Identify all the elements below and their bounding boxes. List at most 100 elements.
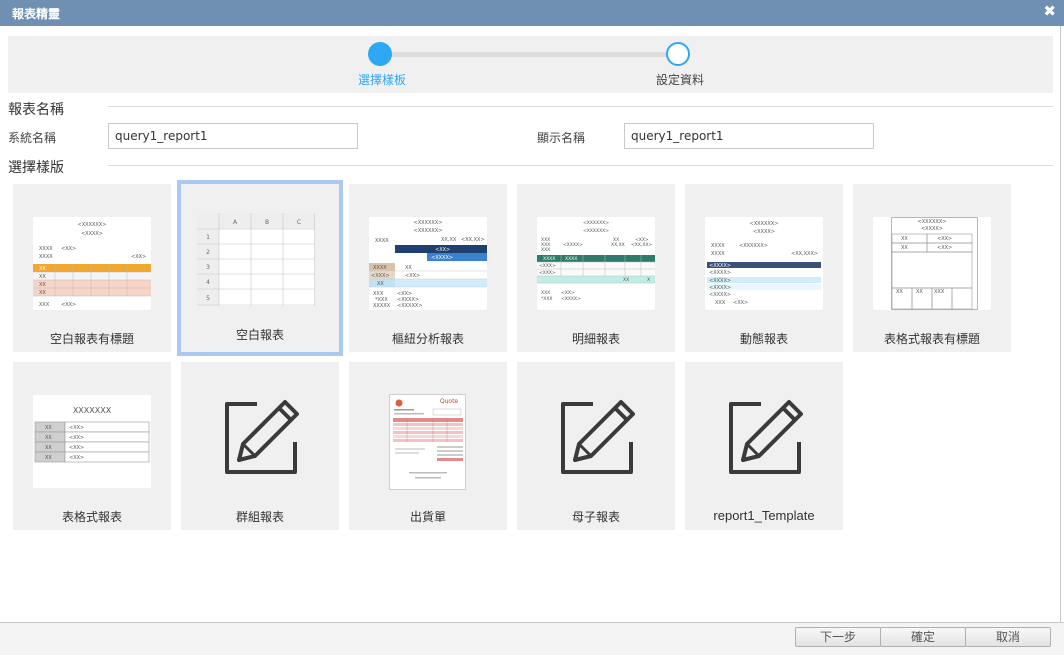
template-label: 表格式報表有標題 bbox=[883, 332, 980, 346]
svg-text:XXXX: XXXX bbox=[39, 246, 53, 252]
svg-text:XXXX: XXXX bbox=[711, 243, 725, 249]
svg-text:XXXX: XXXX bbox=[543, 256, 555, 262]
template-label: 母子報表 bbox=[571, 510, 620, 524]
svg-text:XX: XX bbox=[896, 289, 903, 295]
dynamic-report-preview: <XXXXXX> <XXXX> XXXX <XXXXXX> XXXX <XX,XXX… bbox=[705, 217, 823, 310]
table-report-preview: XXXXXXX XX <XX> XX <XX> XX <XX> XX <XX> bbox=[33, 395, 151, 488]
svg-text:<XX,XX>: <XX,XX> bbox=[461, 237, 485, 243]
svg-text:<XXXX>: <XXXX> bbox=[709, 263, 731, 269]
svg-text:<XXXX>: <XXXX> bbox=[709, 285, 731, 291]
template-card-table-report[interactable]: XXXXXXX XX <XX> XX <XX> XX <XX> XX <XX> 表格式報… bbox=[13, 362, 171, 530]
svg-text:<XXXX>: <XXXX> bbox=[921, 226, 943, 232]
section-divider bbox=[108, 165, 1053, 166]
close-icon[interactable]: ✖ bbox=[1043, 2, 1056, 20]
detail-report-preview: <XXXXXX> <XXXXXX> XXX XX <XX> XXX <XXXX> XX,… bbox=[537, 217, 655, 310]
svg-text:<XX>: <XX> bbox=[131, 254, 146, 260]
ok-button[interactable]: 確定 bbox=[880, 627, 966, 647]
svg-text:<XXXXXX>: <XXXXXX> bbox=[583, 228, 609, 234]
svg-text:XXXX: XXXX bbox=[39, 254, 53, 260]
svg-text:<XX>: <XX> bbox=[69, 425, 84, 431]
svg-text:XXXXX: XXXXX bbox=[373, 303, 391, 309]
svg-text:<XX>: <XX> bbox=[435, 247, 450, 253]
template-card-group-report[interactable]: 群組報表 bbox=[181, 362, 339, 530]
svg-text:XX: XX bbox=[39, 274, 46, 280]
svg-text:XX: XX bbox=[45, 455, 52, 461]
svg-text:<XX>: <XX> bbox=[61, 246, 76, 252]
display-name-label: 顯示名稱 bbox=[537, 131, 586, 145]
svg-text:*XXX: *XXX bbox=[541, 296, 553, 302]
svg-text:XXX: XXX bbox=[541, 247, 550, 253]
system-name-input[interactable] bbox=[108, 123, 358, 149]
svg-text:<XXXXXX>: <XXXXXX> bbox=[918, 219, 947, 225]
preview-title: XXXXXXX bbox=[73, 406, 112, 415]
svg-text:<XXXX>: <XXXX> bbox=[431, 255, 453, 261]
pencil-edit-icon bbox=[225, 400, 299, 474]
grid-row-2: 2 bbox=[206, 249, 210, 256]
template-card-pivot-report[interactable]: <XXXXXX> <XXXXXX> XXXX XX,XX <XX,XX> <XX> … bbox=[349, 184, 507, 352]
svg-text:XX: XX bbox=[39, 290, 46, 296]
svg-text:<XX>: <XX> bbox=[405, 273, 420, 279]
display-name-input[interactable] bbox=[624, 123, 874, 149]
template-card-dynamic-report[interactable]: <XXXXXX> <XXXX> XXXX <XXXXXX> XXXX <XX,XXX… bbox=[685, 184, 843, 352]
report-name-section-title: 報表名稱 bbox=[8, 102, 64, 118]
svg-text:<XX,XXX>: <XX,XXX> bbox=[791, 251, 818, 257]
svg-text:XXXX: XXXX bbox=[565, 256, 577, 262]
template-card-titled-blank-report[interactable]: <XXXXXX> <XXXX> XXXX <XX> XXXX <XX> XX XX X… bbox=[13, 184, 171, 352]
svg-text:XXXX: XXXX bbox=[711, 251, 725, 257]
svg-text:XX: XX bbox=[39, 266, 46, 272]
blank-grid-preview: A B C 1 2 3 4 5 bbox=[197, 213, 315, 306]
grid-col-b: B bbox=[265, 219, 269, 226]
next-button[interactable]: 下一步 bbox=[795, 627, 881, 647]
svg-text:<XXXX>: <XXXX> bbox=[563, 242, 583, 248]
title-bar: 報表精靈 ✖ bbox=[0, 0, 1064, 26]
svg-text:XX: XX bbox=[45, 445, 52, 451]
window-title: 報表精靈 bbox=[12, 7, 61, 21]
grid-row-5: 5 bbox=[206, 295, 210, 302]
svg-text:<XX>: <XX> bbox=[69, 455, 84, 461]
svg-text:<XXXXXX>: <XXXXXX> bbox=[739, 243, 768, 249]
template-card-report1-template[interactable]: report1_Template bbox=[685, 362, 843, 530]
template-label: 群組報表 bbox=[235, 510, 284, 524]
template-card-titled-table-report[interactable]: <XXXXXX> <XXXX> XX <XX> XX <XX> XX XX XXX 表格… bbox=[853, 184, 1011, 352]
grid-col-c: C bbox=[297, 219, 301, 226]
svg-text:XXX: XXX bbox=[715, 300, 726, 306]
template-label: 明細報表 bbox=[571, 332, 620, 346]
svg-text:XX,XX: XX,XX bbox=[611, 242, 625, 248]
template-label: 空白報表有標題 bbox=[49, 332, 134, 346]
step-1-label[interactable]: 選擇樣板 bbox=[358, 71, 406, 88]
svg-text:XXXX: XXXX bbox=[375, 238, 389, 244]
svg-text:XX: XX bbox=[901, 236, 908, 242]
template-card-detail-report[interactable]: <XXXXXX> <XXXXXX> XXX XX <XX> XXX <XXXX> XX,… bbox=[517, 184, 675, 352]
preview-title: Quote bbox=[440, 398, 459, 405]
svg-text:<XX>: <XX> bbox=[937, 236, 952, 242]
svg-text:<XXXX>: <XXXX> bbox=[709, 270, 731, 276]
svg-text:<XXXX>: <XXXX> bbox=[561, 296, 581, 302]
step-2-label[interactable]: 設定資料 bbox=[656, 71, 704, 88]
svg-text:<XXX>: <XXX> bbox=[539, 263, 556, 269]
template-card-blank-report[interactable]: A B C 1 2 3 4 5 空白報表 bbox=[177, 180, 343, 356]
template-label: report1_Template bbox=[713, 508, 815, 523]
svg-text:<XXXX>: <XXXX> bbox=[709, 278, 731, 284]
step-2-indicator[interactable] bbox=[666, 42, 690, 66]
step-1-indicator[interactable] bbox=[368, 42, 392, 66]
svg-text:X: X bbox=[647, 277, 650, 283]
svg-text:<XXXX>: <XXXX> bbox=[753, 229, 775, 235]
svg-text:<XX>: <XX> bbox=[561, 290, 575, 296]
wizard-stepper: 選擇樣板 設定資料 bbox=[8, 36, 1053, 93]
template-label: 動態報表 bbox=[739, 332, 788, 346]
svg-text:XX: XX bbox=[916, 289, 923, 295]
svg-text:<XXX>: <XXX> bbox=[539, 270, 556, 276]
grid-row-4: 4 bbox=[206, 279, 210, 286]
template-label: 空白報表 bbox=[235, 328, 284, 342]
cancel-button[interactable]: 取消 bbox=[965, 627, 1051, 647]
template-label: 表格式報表 bbox=[61, 510, 122, 524]
svg-text:<XX,XX>: <XX,XX> bbox=[631, 242, 653, 248]
svg-text:XX: XX bbox=[45, 425, 52, 431]
template-card-shipping-order[interactable]: Quote 出貨單 bbox=[349, 362, 507, 530]
template-card-master-detail-report[interactable]: 母子報表 bbox=[517, 362, 675, 530]
svg-text:<XX>: <XX> bbox=[69, 445, 84, 451]
svg-text:<XXXXXX>: <XXXXXX> bbox=[583, 220, 609, 226]
template-section-title: 選擇樣版 bbox=[8, 160, 64, 176]
svg-text:<XX>: <XX> bbox=[69, 435, 84, 441]
grid-row-1: 1 bbox=[206, 234, 210, 241]
